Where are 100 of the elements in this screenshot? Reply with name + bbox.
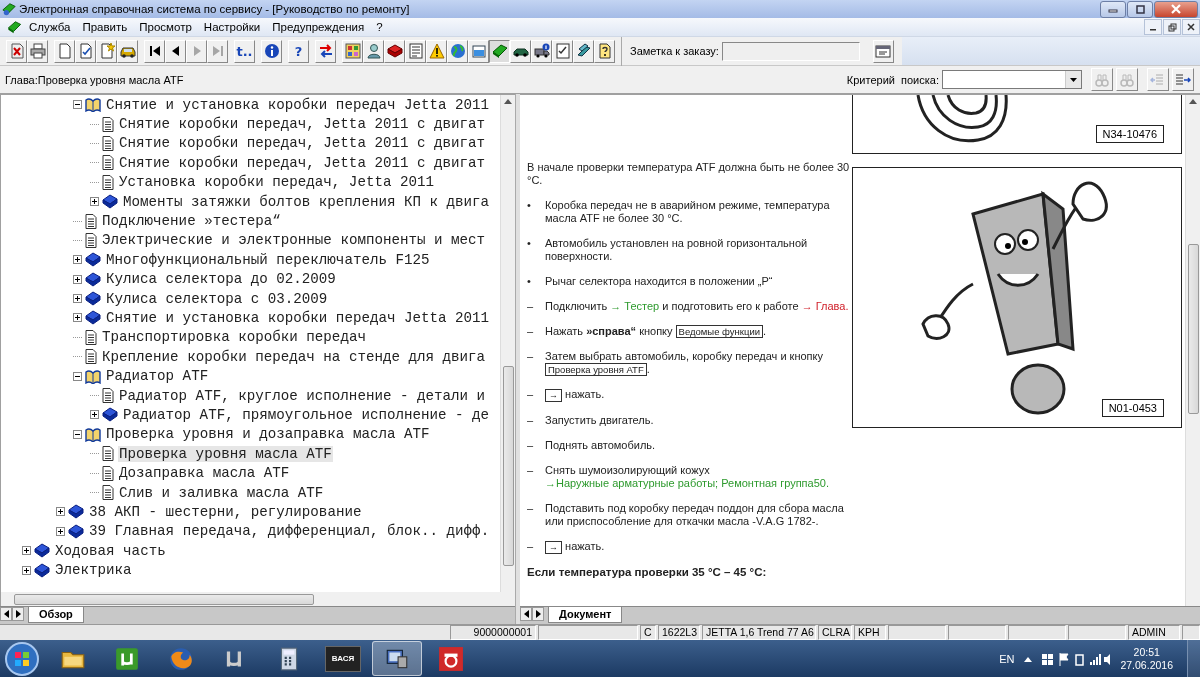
menu-item[interactable]: Служба (23, 21, 77, 33)
tree-item[interactable]: Многофункциональный переключатель F125 (105, 251, 431, 268)
restore-button[interactable] (1127, 0, 1153, 18)
show-desktop-button[interactable] (1187, 640, 1200, 677)
tree-item[interactable]: Кулиса селектора до 02.2009 (105, 271, 337, 288)
expand-toggle-icon[interactable] (90, 197, 99, 207)
tree-item[interactable]: Радиатор ATF (105, 368, 210, 385)
tree-item[interactable]: Электрика (54, 562, 133, 579)
tree-item[interactable]: Ходовая часть (54, 542, 167, 559)
page-star-icon (98, 43, 115, 59)
expand-toggle-icon[interactable] (90, 410, 99, 420)
inline-button[interactable]: Проверка уровня ATF (545, 363, 647, 376)
link[interactable]: Ремонтная группа50. (721, 477, 829, 489)
menu-item[interactable]: ? (370, 21, 389, 33)
scrollbar-thumb[interactable] (503, 366, 514, 566)
expand-toggle-icon[interactable] (56, 507, 65, 517)
help-page-icon (596, 43, 613, 59)
minimize-button[interactable] (1144, 19, 1162, 35)
toolbar-button[interactable] (489, 39, 510, 63)
menu-item[interactable]: Просмотр (133, 21, 198, 33)
list-marker: – (527, 388, 535, 402)
tab-scroll-right-button[interactable] (12, 607, 24, 621)
tree-item[interactable]: Моменты затяжки болтов крепления КП к двига (122, 193, 491, 210)
tree-item[interactable]: Крепление коробки передач на стенде для двига (101, 348, 487, 365)
tab-scroll-right-button[interactable] (532, 607, 544, 621)
order-note-field[interactable] (721, 41, 860, 61)
inline-button[interactable]: Ведомые функции (675, 325, 764, 338)
menu-item[interactable]: Предупреждения (266, 21, 371, 33)
expand-toggle-icon[interactable] (73, 429, 82, 439)
tree-item[interactable]: Кулиса селектора с 03.2009 (105, 290, 329, 307)
tree-item[interactable]: Установка коробки передач, Jetta 2011 (118, 174, 435, 191)
vertical-scrollbar[interactable] (500, 95, 515, 593)
expand-toggle-icon[interactable] (56, 526, 65, 536)
vertical-scrollbar[interactable] (1185, 95, 1200, 606)
book-icon (6, 20, 23, 34)
tree-item[interactable]: Электрические и электронные компоненты и мест (101, 232, 487, 249)
note-button[interactable] (872, 39, 894, 63)
expand-toggle-icon[interactable] (22, 546, 31, 556)
tree-item[interactable]: Транспортировка коробки передач (101, 329, 367, 346)
tree-item[interactable]: Проверка уровня и дозаправка масла ATF (105, 426, 431, 443)
tab[interactable]: Документ (548, 607, 623, 623)
tree-item[interactable]: Снятие коробки передач, Jetta 2011 с двигат (118, 116, 487, 133)
search-combobox[interactable] (942, 70, 1082, 89)
expand-toggle-icon[interactable] (22, 565, 31, 575)
tree-item[interactable]: Дозаправка масла ATF (118, 465, 291, 482)
warning-icon (428, 43, 445, 59)
expand-toggle-icon[interactable] (73, 274, 82, 284)
tree-item[interactable]: Снятие коробки передач, Jetta 2011 с двигат (118, 154, 487, 171)
link[interactable]: → Глава. (801, 300, 849, 312)
tree-item[interactable]: Подключение »тестера“ (101, 213, 282, 230)
expand-toggle-icon[interactable] (73, 255, 82, 265)
list-marker: – (527, 439, 535, 452)
instruction-text: Коробка передач не в аварийном режиме, температура масла ATF не более 30 °C. (545, 199, 831, 225)
tree-item[interactable]: Радиатор ATF, прямоугольное исполнение - де (122, 406, 491, 423)
page-icon (102, 116, 114, 132)
expand-toggle-icon[interactable] (73, 313, 82, 323)
scroll-up-arrow-icon (504, 99, 512, 104)
link[interactable]: арматурные работы; (612, 477, 722, 489)
tools-icon (575, 43, 592, 59)
tree-item[interactable]: Снятие и установка коробки передач Jetta 2011 (105, 310, 491, 326)
expand-toggle-icon[interactable] (73, 371, 82, 381)
tray-icons-drawing[interactable] (1024, 651, 1111, 666)
tree-item[interactable]: Радиатор ATF, круглое исполнение - детали и (118, 387, 487, 404)
minimize-button[interactable] (1100, 0, 1126, 18)
language-indicator[interactable]: EN (999, 652, 1015, 665)
list-marker: • (527, 275, 532, 288)
book-icon (386, 43, 403, 59)
tree-item[interactable]: Снятие и установка коробки передач Jetta 2011 (105, 96, 491, 113)
menu-item[interactable]: Настройки (197, 21, 267, 33)
taskbar-app-button[interactable]: ВАСЯ (318, 641, 368, 676)
tree-item[interactable]: Снятие коробки передач, Jetta 2011 с двигат (118, 135, 487, 152)
tree-item[interactable]: Проверка уровня масла ATF (118, 445, 333, 462)
close-button[interactable] (1182, 19, 1200, 35)
instruction-text: Рычаг селектора находится в положении „P“ (545, 275, 774, 288)
restore-button[interactable] (1163, 19, 1181, 35)
scrollbar-thumb[interactable] (1188, 244, 1199, 414)
instruction-text: Затем выбрать автомобиль, коробку передач и кнопку Проверка уровня ATF . (545, 350, 824, 376)
link[interactable]: → Тестер (610, 300, 660, 312)
expand-toggle-icon[interactable] (73, 100, 82, 110)
tab[interactable]: Обзор (28, 607, 84, 623)
toolbar-button[interactable]: t.. (234, 39, 255, 63)
info-icon (263, 43, 280, 59)
tab-scroll-left-button[interactable] (0, 607, 12, 621)
tree-item[interactable]: 39 Главная передача, дифференциал, блок.. дифф. (88, 523, 491, 540)
grid-icon (344, 43, 361, 59)
key-button[interactable]: → (545, 389, 562, 402)
toolbar-button[interactable]: ? (288, 39, 309, 63)
tab-scroll-left-button[interactable] (520, 607, 532, 621)
link[interactable]: →Наружные (545, 477, 613, 489)
key-button[interactable]: → (545, 541, 562, 554)
taskbar-app-button[interactable] (372, 641, 422, 676)
tree-item[interactable]: 38 АКП - шестерни, регулирование (88, 503, 363, 520)
page-icon (102, 135, 114, 151)
search-tool-button[interactable] (1172, 68, 1194, 91)
tree-item[interactable]: Слив и заливка масла ATF (118, 484, 325, 501)
scrollbar-thumb[interactable] (14, 593, 314, 605)
menu-item[interactable]: Править (76, 21, 134, 33)
expand-toggle-icon[interactable] (73, 294, 82, 304)
book-icon (102, 407, 118, 423)
start-button[interactable] (4, 640, 40, 677)
